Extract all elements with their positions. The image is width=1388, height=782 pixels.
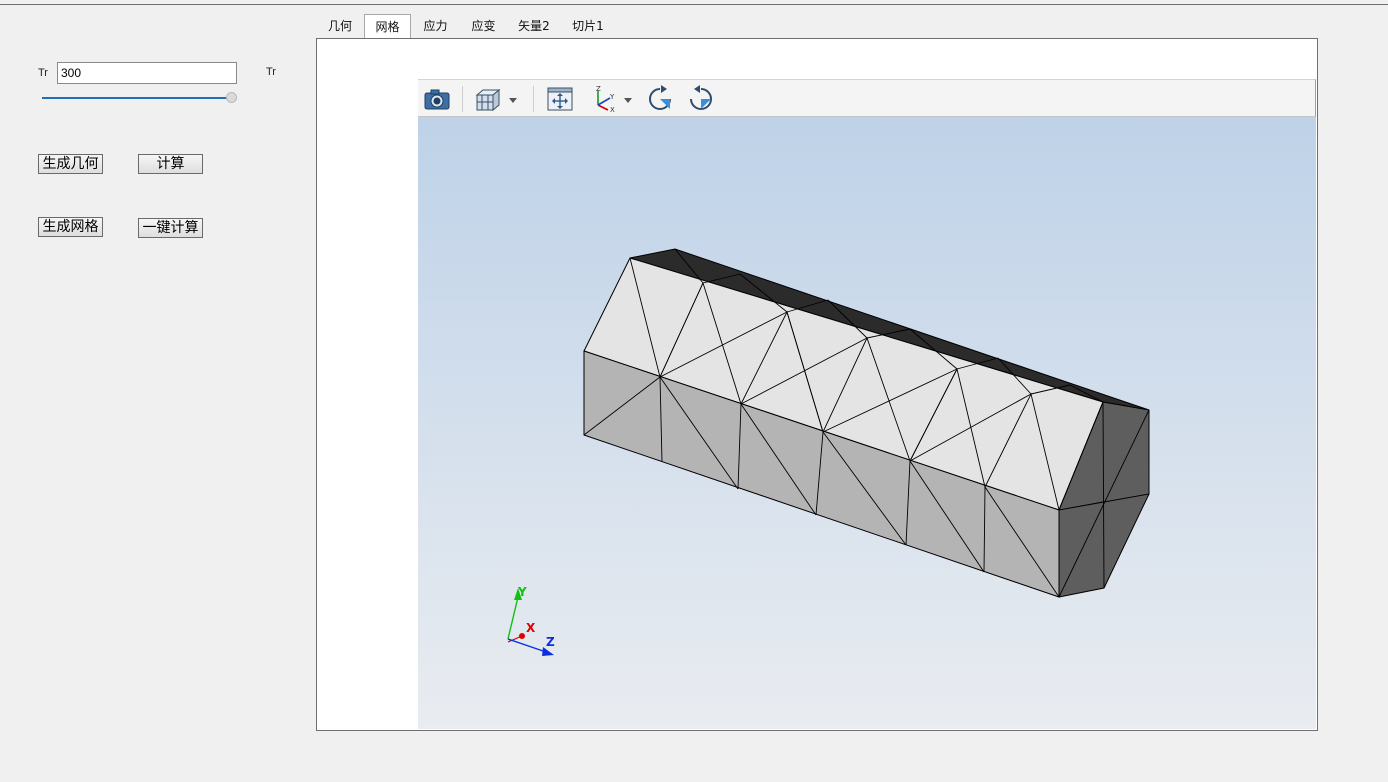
fit-all-icon[interactable] [545,85,575,113]
x-axis-dot [519,633,525,639]
tr-input[interactable] [57,62,237,84]
3d-viewport[interactable]: Y X Z [418,117,1316,729]
mesh-model: Y X Z [507,248,1150,656]
svg-text:X: X [610,106,615,113]
tab-slice1[interactable]: 切片1 [564,14,612,38]
rotate-counterclockwise-icon[interactable] [686,85,716,113]
tab-stress[interactable]: 应力 [414,14,457,38]
x-axis-label: X [526,621,536,635]
rotate-clockwise-icon[interactable] [645,85,675,113]
window-top-border [0,4,1388,5]
svg-text:Y: Y [609,93,615,101]
generate-mesh-button[interactable]: 生成网格 [38,217,103,237]
generate-geometry-button[interactable]: 生成几何 [38,154,103,174]
tr-slider-track[interactable] [42,97,231,99]
tab-strain[interactable]: 应变 [462,14,505,38]
compute-button[interactable]: 计算 [138,154,203,174]
z-axis-line [507,638,547,653]
camera-icon[interactable] [422,85,452,113]
cube-view-icon[interactable] [473,85,503,113]
tr-slider-handle[interactable] [226,92,237,103]
axes-orientation-icon[interactable]: Z Y X [590,85,620,113]
one-click-compute-button[interactable]: 一键计算 [138,218,203,238]
y-axis-label: Y [517,585,527,599]
tab-mesh[interactable]: 网格 [364,14,411,39]
viewer-toolbar: Z Y X [418,79,1316,117]
tab-vector2[interactable]: 矢量2 [511,14,557,38]
z-axis-label: Z [546,635,555,649]
toolbar-separator [533,86,534,112]
axis-triad: Y X Z [507,585,555,656]
tr-label: Tr [38,67,48,79]
toolbar-separator [462,86,463,112]
dropdown-arrow-icon[interactable] [505,85,521,113]
tr-unit-label: Tr [266,66,276,78]
y-axis-line [507,596,519,640]
svg-text:Z: Z [596,85,601,93]
tab-geometry[interactable]: 几何 [319,14,361,38]
dropdown-arrow-icon[interactable] [620,85,636,113]
